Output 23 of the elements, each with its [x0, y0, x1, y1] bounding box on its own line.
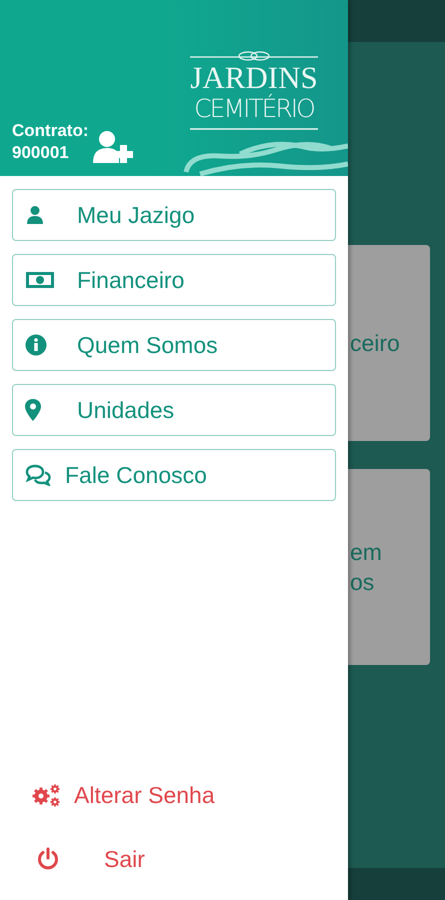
chat-icon — [25, 464, 51, 486]
change-password-link[interactable]: Alterar Senha — [32, 774, 348, 816]
logout-link[interactable]: Sair — [32, 838, 348, 880]
contract-number: 900001 — [12, 142, 70, 164]
menu-item[interactable]: Quem Somos — [12, 319, 336, 371]
banknote-icon — [25, 270, 55, 290]
logo-subtitle: CEMITÉRIO — [194, 94, 314, 124]
menu-item[interactable]: Financeiro — [12, 254, 336, 306]
card-label: em — [350, 538, 383, 567]
card-label: os — [350, 568, 376, 597]
person-icon — [25, 205, 45, 225]
contract-label: Contrato: — [12, 120, 88, 142]
menu-card[interactable]: ceiro — [348, 245, 430, 441]
logo-title: JARDINS — [190, 62, 318, 94]
card-label: ceiro — [350, 329, 401, 358]
map-pin-icon — [25, 399, 41, 421]
menu-card[interactable]: em os — [348, 469, 430, 665]
info-icon — [25, 334, 47, 356]
gears-icon — [32, 783, 62, 807]
menu-item[interactable]: Meu Jazigo — [12, 189, 336, 241]
menu-item[interactable]: Unidades — [12, 384, 336, 436]
menu-item[interactable]: Fale Conosco — [12, 449, 336, 501]
power-icon — [36, 847, 60, 871]
